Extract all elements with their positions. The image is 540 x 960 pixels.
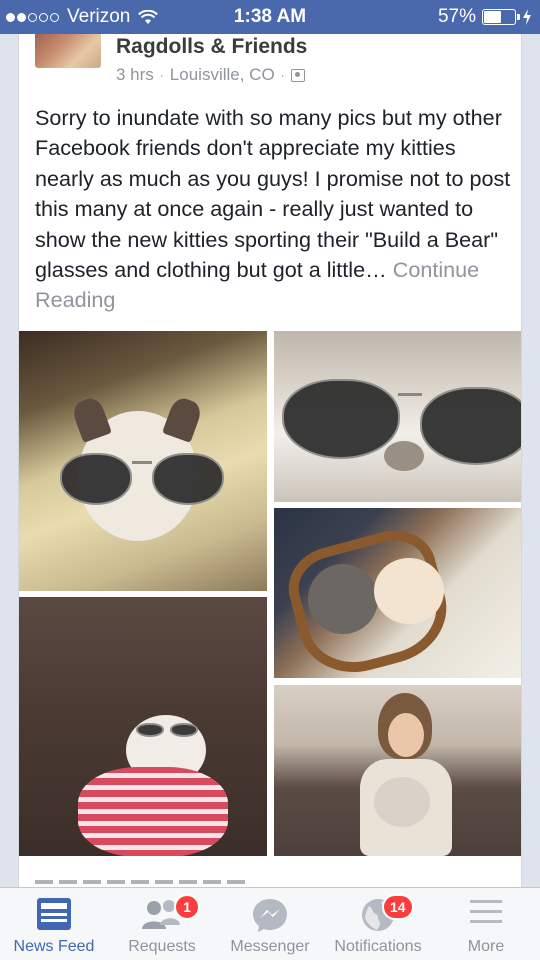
- news-feed-icon: [37, 898, 71, 930]
- page-name[interactable]: Ragdolls & Friends: [116, 35, 307, 59]
- meta-separator: ·: [280, 68, 285, 82]
- tab-notifications[interactable]: 14 Notifications: [324, 888, 432, 960]
- notifications-badge: 14: [382, 894, 414, 920]
- post-location[interactable]: Louisville, CO: [170, 65, 275, 85]
- post-photo[interactable]: [274, 685, 521, 856]
- tab-requests[interactable]: 1 Requests: [108, 888, 216, 960]
- post-photo[interactable]: [274, 331, 521, 502]
- messenger-icon: [253, 899, 287, 932]
- charging-icon: [523, 9, 531, 25]
- battery-percent: 57%: [437, 6, 476, 27]
- post-photo[interactable]: [19, 597, 267, 856]
- battery-level: [484, 11, 502, 23]
- post-body: Sorry to inundate with so many pics but …: [35, 105, 511, 283]
- tab-bar: News Feed 1 Requests Messenger 14 Notifi…: [0, 887, 540, 960]
- avatar[interactable]: [35, 34, 101, 68]
- tab-news-feed[interactable]: News Feed: [0, 888, 108, 960]
- tab-messenger[interactable]: Messenger: [216, 888, 324, 960]
- status-right: 57%: [438, 6, 532, 28]
- likes-comments-summary[interactable]: [35, 874, 285, 887]
- battery-icon: [482, 9, 520, 25]
- post-time[interactable]: 3 hrs: [116, 65, 154, 85]
- post-photo[interactable]: [19, 331, 267, 591]
- tab-label: Notifications: [334, 938, 422, 955]
- tab-label: More: [467, 938, 505, 955]
- requests-badge: 1: [174, 894, 200, 920]
- meta-separator: ·: [159, 68, 164, 82]
- tab-more[interactable]: More: [432, 888, 540, 960]
- post-photo[interactable]: [274, 508, 521, 678]
- tab-label: Messenger: [230, 938, 310, 955]
- tab-label: News Feed: [13, 938, 95, 955]
- post-meta: 3 hrs · Louisville, CO ·: [116, 65, 305, 85]
- status-bar: Verizon 1:38 AM 57%: [0, 0, 540, 34]
- post-card: Ragdolls & Friends 3 hrs · Louisville, C…: [18, 34, 522, 887]
- tab-label: Requests: [128, 938, 196, 955]
- audience-icon: [290, 68, 305, 82]
- menu-icon: [470, 900, 502, 923]
- post-text: Sorry to inundate with so many pics but …: [35, 103, 513, 316]
